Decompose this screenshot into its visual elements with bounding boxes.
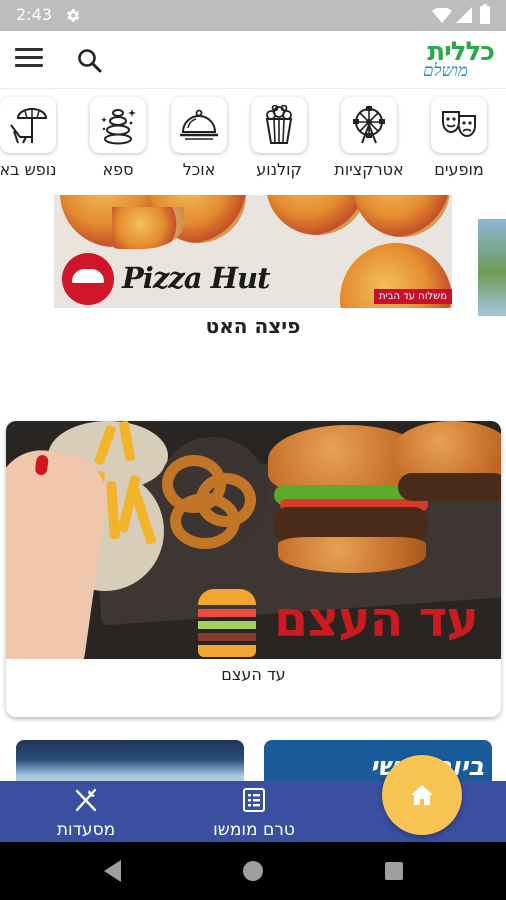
status-bar: 2:43	[0, 0, 506, 31]
ferris-wheel-icon	[341, 97, 397, 153]
banner-brand-text: Pizza Hut	[122, 261, 271, 295]
category-label: אטרקציות	[334, 160, 404, 179]
category-cinema[interactable]: קולנוע	[239, 97, 319, 179]
next-banner-peek[interactable]	[478, 219, 506, 316]
restaurant-card-caption: עד העצם	[221, 665, 286, 684]
category-spa[interactable]: ספא	[78, 97, 158, 179]
category-label: נופש בא	[0, 160, 57, 179]
home-button[interactable]	[382, 755, 462, 835]
category-label: קולנוע	[256, 160, 302, 179]
pizza-slice-image	[112, 207, 184, 249]
brand-burger-logo	[198, 589, 256, 657]
app-logo: כללית מושלם	[394, 37, 495, 83]
home-icon	[411, 785, 433, 805]
fork-knife-icon	[75, 788, 97, 812]
nav-restaurants[interactable]: מסעדות	[48, 787, 124, 840]
pizza-image	[266, 195, 368, 235]
popcorn-icon	[251, 97, 307, 153]
app-bar: כללית מושלם	[0, 31, 506, 89]
status-time: 2:43	[16, 5, 52, 24]
theater-masks-icon	[431, 97, 487, 153]
banner-delivery-tag: משלוח עד הבית	[373, 289, 452, 304]
nav-unredeemed[interactable]: טרם מומשו	[202, 787, 306, 840]
category-label: אוכל	[182, 160, 216, 179]
battery-icon	[480, 4, 490, 24]
food-tray-icon	[171, 97, 227, 153]
restaurant-card[interactable]: עד העצם עד העצם	[6, 421, 501, 717]
nav-label: טרם מומשו	[213, 820, 295, 840]
wifi-icon	[432, 8, 452, 23]
category-shows[interactable]: מופעים	[419, 97, 499, 179]
restaurant-card-image: עד העצם	[6, 421, 501, 659]
banner-title: פיצה האט	[205, 314, 301, 338]
hand-image	[6, 444, 113, 659]
list-icon	[243, 788, 265, 812]
category-label: ספא	[102, 160, 134, 179]
pizza-hut-logo	[62, 253, 114, 305]
spa-stones-icon	[90, 97, 146, 153]
category-strip[interactable]: מופעים אטרקציות קולנוע אוכל ספא נופש בא	[0, 89, 506, 185]
logo-sub-text: מושלם	[422, 61, 468, 81]
recent-apps-icon[interactable]	[385, 862, 403, 880]
menu-button[interactable]	[15, 48, 43, 72]
category-vacation[interactable]: נופש בא	[0, 97, 68, 179]
gear-icon	[67, 9, 80, 22]
back-icon[interactable]	[104, 860, 121, 882]
restaurant-brand-text: עד העצם	[274, 591, 479, 648]
app-screen: 2:43 כללית מושלם מופעים אטרקציות קולנוע …	[0, 0, 506, 900]
pizza-image	[354, 195, 450, 237]
category-attractions[interactable]: אטרקציות	[329, 97, 409, 179]
category-label: מופעים	[434, 160, 484, 179]
category-food[interactable]: אוכל	[159, 97, 239, 179]
system-home-icon[interactable]	[243, 861, 263, 881]
pizza-hut-banner[interactable]: Pizza Hut משלוח עד הבית	[54, 195, 452, 308]
search-icon[interactable]	[76, 47, 104, 75]
nav-label: מסעדות	[56, 820, 116, 840]
signal-icon	[456, 7, 472, 23]
system-navigation-bar	[0, 842, 506, 900]
beach-chair-icon	[0, 97, 56, 153]
